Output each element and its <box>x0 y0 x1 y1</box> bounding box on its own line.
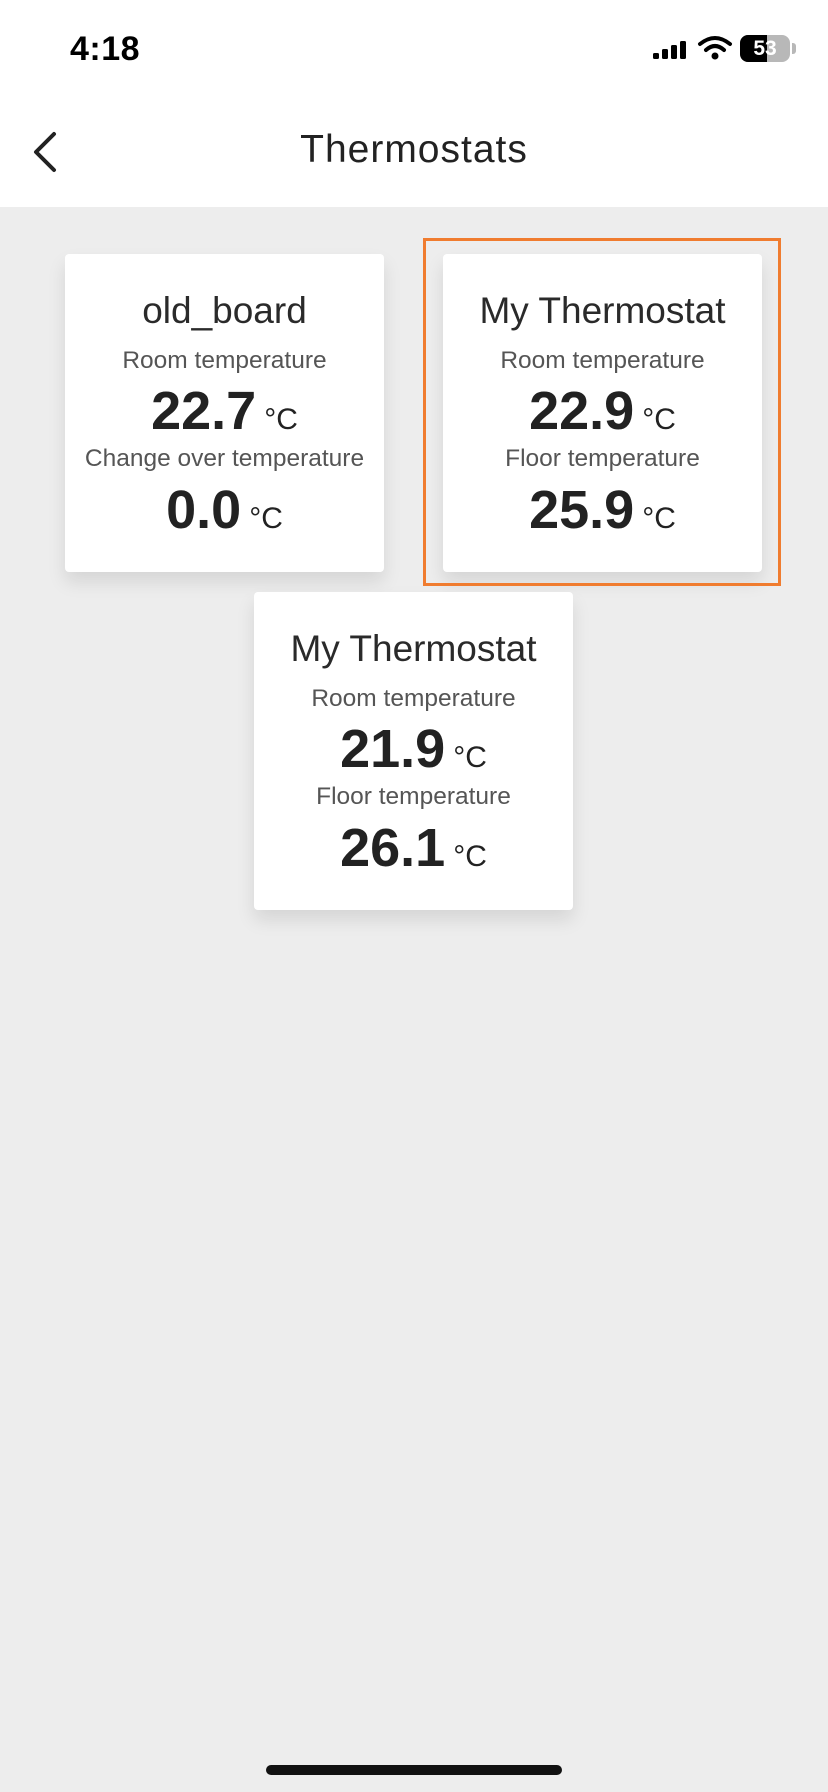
wifi-icon <box>698 36 732 60</box>
battery-level: 53 <box>753 37 777 60</box>
thermostat-name: old_board <box>142 290 307 331</box>
thermostat-name: My Thermostat <box>479 290 726 331</box>
floor-temperature-reading: 25.9 °C <box>443 479 762 541</box>
temperature-unit: °C <box>453 840 487 873</box>
battery-cap <box>792 43 796 54</box>
floor-temperature-label: Floor temperature <box>505 445 700 472</box>
room-temperature-reading: 22.9 °C <box>443 380 762 442</box>
temperature-unit: °C <box>249 502 283 535</box>
nav-bar: Thermostats <box>0 100 828 207</box>
floor-temperature-value: 26.1 <box>340 818 446 878</box>
room-temperature-label: Room temperature <box>311 685 516 712</box>
page-title: Thermostats <box>300 128 528 171</box>
thermostat-card[interactable]: old_board Room temperature 22.7 °C Change… <box>65 254 384 572</box>
status-time: 4:18 <box>70 30 141 68</box>
room-temperature-label: Room temperature <box>122 347 327 374</box>
thermostat-name: My Thermostat <box>290 628 537 669</box>
room-temperature-value: 22.9 <box>529 381 635 441</box>
temperature-unit: °C <box>264 403 298 436</box>
room-temperature-value: 21.9 <box>340 719 446 779</box>
room-temperature-reading: 22.7 °C <box>65 380 384 442</box>
thermostat-card[interactable]: My Thermostat Room temperature 21.9 °C Fl… <box>254 592 573 910</box>
change-over-temperature-reading: 0.0 °C <box>65 479 384 541</box>
temperature-unit: °C <box>642 502 676 535</box>
home-indicator[interactable] <box>266 1765 562 1775</box>
room-temperature-label: Room temperature <box>500 347 705 374</box>
status-bar: 4:18 53 <box>0 0 828 100</box>
thermostat-card[interactable]: My Thermostat Room temperature 22.9 °C Fl… <box>443 254 762 572</box>
temperature-unit: °C <box>453 741 487 774</box>
cellular-signal-icon <box>653 41 686 59</box>
change-over-temperature-value: 0.0 <box>166 480 242 540</box>
room-temperature-value: 22.7 <box>151 381 257 441</box>
room-temperature-reading: 21.9 °C <box>254 718 573 780</box>
battery-icon: 53 <box>740 35 790 62</box>
change-over-temperature-label: Change over temperature <box>84 445 365 472</box>
temperature-unit: °C <box>642 403 676 436</box>
floor-temperature-label: Floor temperature <box>316 783 511 810</box>
floor-temperature-reading: 26.1 °C <box>254 817 573 879</box>
floor-temperature-value: 25.9 <box>529 480 635 540</box>
